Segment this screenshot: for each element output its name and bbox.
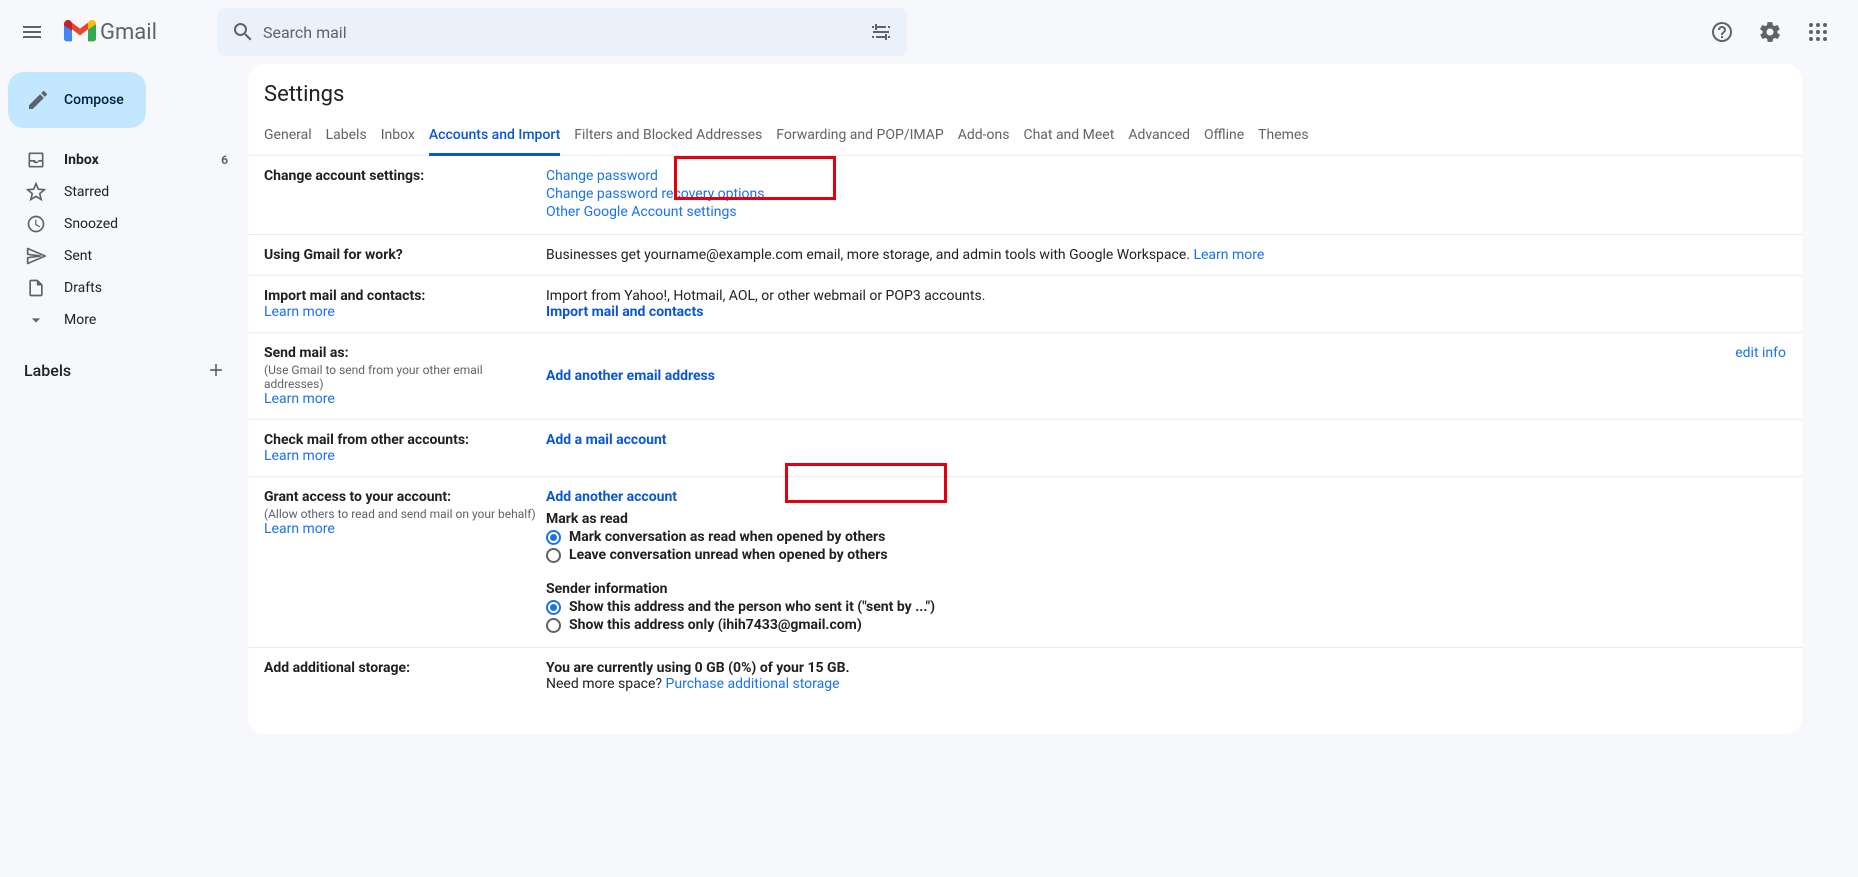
logo-text: Gmail <box>100 20 157 45</box>
storage-usage-text: You are currently using 0 GB (0%) of you… <box>546 660 1786 676</box>
tab-labels[interactable]: Labels <box>326 121 367 155</box>
radio-icon <box>546 548 561 563</box>
section-check-mail: Check mail from other accounts: Learn mo… <box>248 420 1802 477</box>
storage-prompt-text: Need more space? <box>546 676 666 692</box>
sidebar-item-snoozed[interactable]: Snoozed <box>0 208 248 240</box>
search-button[interactable] <box>223 12 263 52</box>
sidebar-item-sent[interactable]: Sent <box>0 240 248 272</box>
section-grant-access: Grant access to your account: (Allow oth… <box>248 477 1802 648</box>
sidebar-item-inbox[interactable]: Inbox6 <box>0 144 248 176</box>
section-title: Add additional storage: <box>264 660 536 676</box>
add-mail-account-link[interactable]: Add a mail account <box>546 432 667 448</box>
section-title: Import mail and contacts: <box>264 288 536 304</box>
tab-filters-and-blocked-addresses[interactable]: Filters and Blocked Addresses <box>574 121 762 155</box>
change-password-link[interactable]: Change password <box>546 168 1786 184</box>
tab-chat-and-meet[interactable]: Chat and Meet <box>1023 121 1114 155</box>
section-import: Import mail and contacts: Learn more Imp… <box>248 276 1802 333</box>
main-menu-button[interactable] <box>8 8 56 56</box>
radio-icon <box>546 618 561 633</box>
star-icon <box>26 182 46 202</box>
section-gmail-work: Using Gmail for work? Businesses get you… <box>248 235 1802 276</box>
section-text: Businesses get yourname@example.com emai… <box>546 247 1193 263</box>
hamburger-icon <box>20 20 44 44</box>
purchase-storage-link[interactable]: Purchase additional storage <box>666 676 840 692</box>
app-header: Gmail <box>0 0 1858 64</box>
sendas-learn-more-link[interactable]: Learn more <box>264 391 335 407</box>
tab-add-ons[interactable]: Add-ons <box>958 121 1010 155</box>
section-subtitle: (Allow others to read and send mail on y… <box>264 507 536 521</box>
radio-mark-read[interactable]: Mark conversation as read when opened by… <box>546 529 1786 545</box>
chevron-icon <box>26 310 46 330</box>
sidebar-item-drafts[interactable]: Drafts <box>0 272 248 304</box>
mark-as-read-heading: Mark as read <box>546 511 1786 527</box>
help-icon <box>1710 20 1734 44</box>
apps-button[interactable] <box>1798 12 1838 52</box>
tab-general[interactable]: General <box>264 121 312 155</box>
section-title: Change account settings: <box>264 168 536 184</box>
import-mail-link[interactable]: Import mail and contacts <box>546 304 703 320</box>
grant-learn-more-link[interactable]: Learn more <box>264 521 335 537</box>
settings-panel: Settings General Labels Inbox Accounts and … <box>248 64 1802 734</box>
section-text: Import from Yahoo!, Hotmail, AOL, or oth… <box>546 288 1786 304</box>
plus-icon <box>206 360 226 380</box>
import-learn-more-link[interactable]: Learn more <box>264 304 335 320</box>
compose-button[interactable]: Compose <box>8 72 146 128</box>
section-title: Send mail as: <box>264 345 536 361</box>
tune-icon <box>869 20 893 44</box>
change-recovery-link[interactable]: Change password recovery options <box>546 186 1786 202</box>
add-email-address-link[interactable]: Add another email address <box>546 368 715 384</box>
gmail-logo-icon <box>64 20 96 44</box>
send-icon <box>26 246 46 266</box>
workspace-learn-more-link[interactable]: Learn more <box>1193 247 1264 263</box>
tab-themes[interactable]: Themes <box>1258 121 1308 155</box>
tab-accounts-and-import[interactable]: Accounts and Import <box>429 121 560 156</box>
settings-tabs: General Labels Inbox Accounts and Import Fil… <box>248 113 1802 156</box>
sidebar-item-starred[interactable]: Starred <box>0 176 248 208</box>
radio-show-sent-by[interactable]: Show this address and the person who sen… <box>546 599 1786 615</box>
pencil-icon <box>26 88 50 112</box>
sidebar: Compose Inbox6StarredSnoozedSentDraftsMo… <box>0 64 248 734</box>
settings-button[interactable] <box>1750 12 1790 52</box>
sidebar-item-more[interactable]: More <box>0 304 248 336</box>
other-account-settings-link[interactable]: Other Google Account settings <box>546 204 1786 220</box>
section-title: Using Gmail for work? <box>264 247 536 263</box>
gear-icon <box>1758 20 1782 44</box>
section-send-as: Send mail as: (Use Gmail to send from yo… <box>248 333 1802 420</box>
main-layout: Compose Inbox6StarredSnoozedSentDraftsMo… <box>0 64 1858 734</box>
labels-title: Labels <box>24 361 71 380</box>
checkmail-learn-more-link[interactable]: Learn more <box>264 448 335 464</box>
sender-info-heading: Sender information <box>546 581 1786 597</box>
search-bar <box>217 8 907 56</box>
add-another-account-link[interactable]: Add another account <box>546 489 677 505</box>
tab-inbox[interactable]: Inbox <box>381 121 415 155</box>
add-label-button[interactable] <box>202 356 230 384</box>
radio-icon <box>546 530 561 545</box>
page-title: Settings <box>248 82 1802 113</box>
section-title: Grant access to your account: <box>264 489 536 505</box>
clock-icon <box>26 214 46 234</box>
tab-advanced[interactable]: Advanced <box>1128 121 1190 155</box>
logo[interactable]: Gmail <box>56 20 157 45</box>
search-options-button[interactable] <box>861 12 901 52</box>
file-icon <box>26 278 46 298</box>
edit-info-link[interactable]: edit info <box>1735 345 1786 361</box>
header-actions <box>1702 12 1850 52</box>
support-button[interactable] <box>1702 12 1742 52</box>
apps-grid-icon <box>1806 20 1830 44</box>
radio-show-address-only[interactable]: Show this address only (ihih7433@gmail.c… <box>546 617 1786 633</box>
section-title: Check mail from other accounts: <box>264 432 536 448</box>
inbox-icon <box>26 150 46 170</box>
tab-forwarding-and-pop-imap[interactable]: Forwarding and POP/IMAP <box>776 121 943 155</box>
tab-offline[interactable]: Offline <box>1204 121 1244 155</box>
radio-icon <box>546 600 561 615</box>
section-subtitle: (Use Gmail to send from your other email… <box>264 363 536 391</box>
search-icon <box>231 20 255 44</box>
compose-label: Compose <box>64 92 124 108</box>
labels-header: Labels <box>0 336 248 384</box>
section-storage: Add additional storage: You are currentl… <box>248 648 1802 704</box>
search-input[interactable] <box>263 23 861 42</box>
section-change-account: Change account settings: Change password… <box>248 156 1802 235</box>
radio-leave-unread[interactable]: Leave conversation unread when opened by… <box>546 547 1786 563</box>
